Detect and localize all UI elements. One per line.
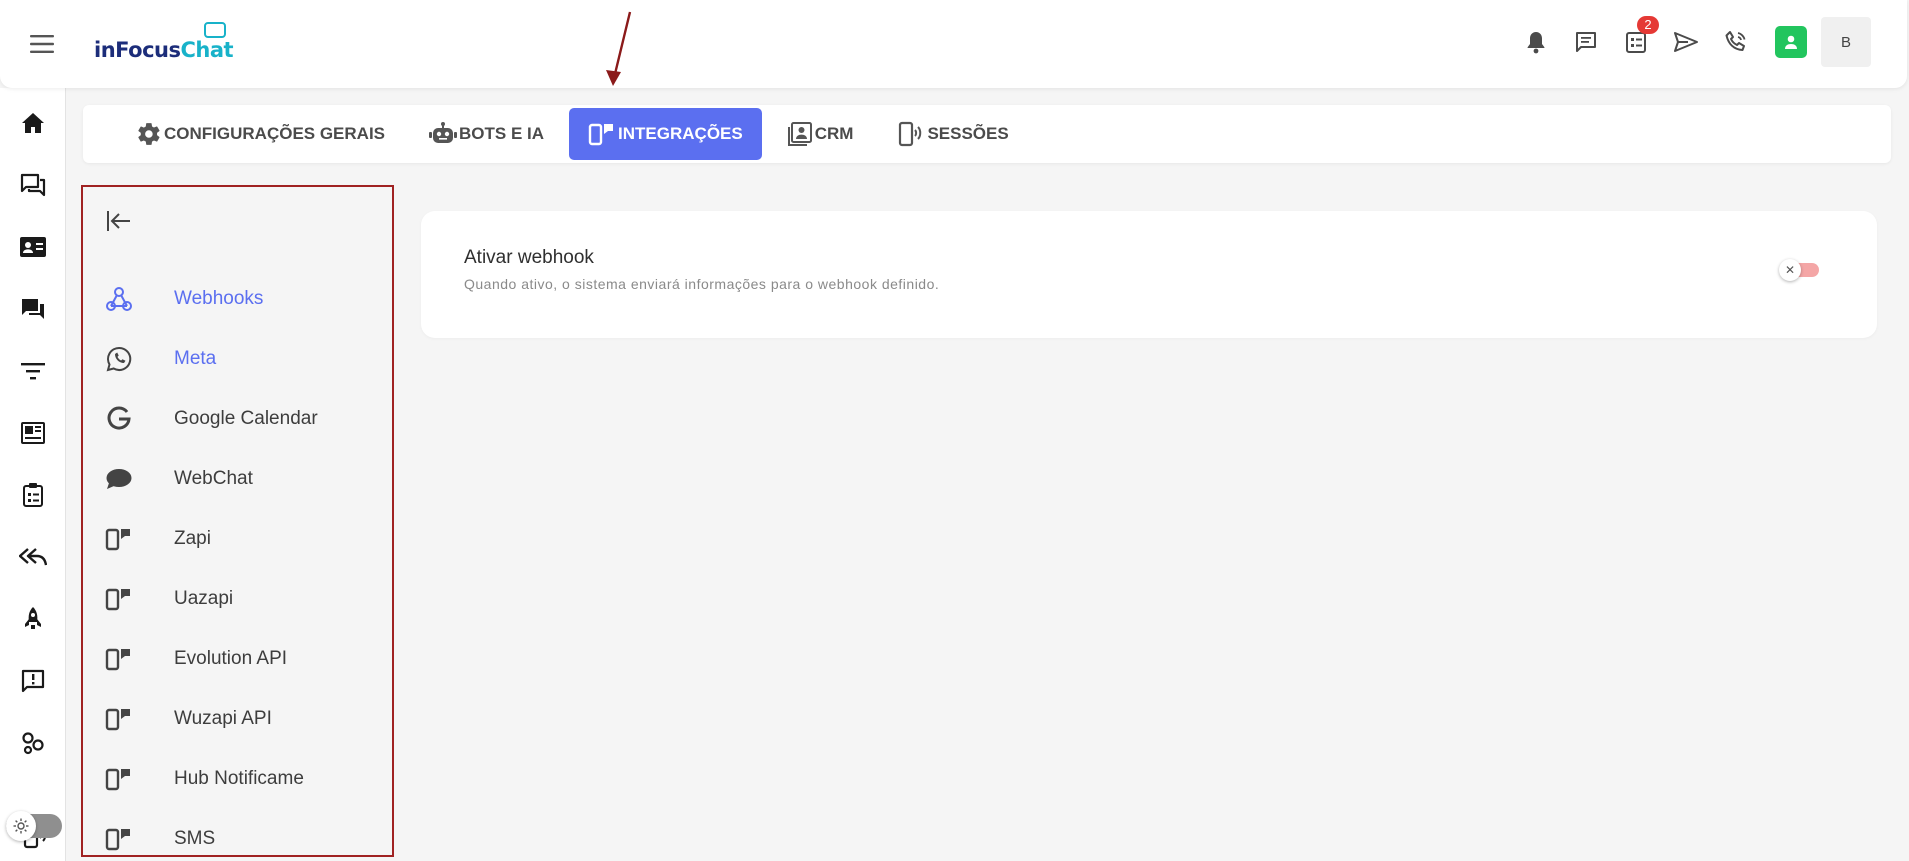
sidebar-item-label: Webhooks <box>174 288 264 309</box>
sidebar-item-hub-notificame[interactable]: Hub Notificame <box>83 753 392 805</box>
sidebar-item-label: Google Calendar <box>174 408 318 429</box>
person-icon <box>1785 35 1797 49</box>
avatar[interactable]: B <box>1821 17 1871 67</box>
review-icon[interactable] <box>0 659 66 703</box>
devices-icon <box>103 583 135 615</box>
robot-icon <box>429 122 458 143</box>
chat-bubbles-icon[interactable] <box>0 287 66 331</box>
tab-label: CONFIGURAÇÕES GERAIS <box>164 124 386 143</box>
webhook-icon <box>103 283 135 315</box>
sidebar-item-label: Uazapi <box>174 588 234 609</box>
phone-signal-icon <box>899 121 922 147</box>
integrations-sidebar: Webhooks Meta Google Calendar WebChat Za… <box>81 185 394 857</box>
sidebar-item-label: Hub Notificame <box>174 768 304 789</box>
filter-icon[interactable] <box>0 349 66 393</box>
sidebar-item-webchat[interactable]: WebChat <box>83 453 392 505</box>
forum-icon[interactable] <box>0 163 66 207</box>
settings-tabs: CONFIGURAÇÕES GERAIS BOTS E IA INTEGRAÇÕ… <box>83 105 1891 163</box>
top-actions: 2 B <box>1511 16 1871 68</box>
contact-add-button[interactable] <box>1775 26 1807 58</box>
collapse-sidebar-icon[interactable] <box>101 203 137 239</box>
tab-crm[interactable]: CRM <box>768 108 873 160</box>
sidebar-item-label: Wuzapi API <box>174 708 272 729</box>
sidebar-item-zapi[interactable]: Zapi <box>83 513 392 565</box>
devices-icon <box>103 643 135 675</box>
sidebar-item-label: SMS <box>174 828 216 849</box>
sidebar-item-label: Meta <box>174 348 217 369</box>
tab-integrations[interactable]: INTEGRAÇÕES <box>569 108 762 160</box>
annotation-arrow <box>606 11 632 86</box>
tab-label: CRM <box>814 124 854 143</box>
app-logo[interactable]: inFocus Chat <box>94 22 234 62</box>
phone-icon[interactable] <box>1711 16 1761 68</box>
logo-text-primary: inFocus <box>94 38 181 62</box>
dashboard-icon[interactable] <box>0 411 66 455</box>
logo-text-secondary: Chat <box>180 38 234 62</box>
tab-sessions[interactable]: SESSÕES <box>878 108 1027 160</box>
checklist-icon[interactable]: 2 <box>1611 16 1661 68</box>
whatsapp-icon <box>103 343 135 375</box>
sidebar-item-label: Zapi <box>174 528 211 549</box>
contacts-icon <box>787 122 812 146</box>
sidebar-item-wuzapi-api[interactable]: Wuzapi API <box>83 693 392 745</box>
hamburger-menu-icon[interactable] <box>24 26 60 62</box>
reply-all-icon[interactable] <box>0 535 66 579</box>
google-icon <box>103 403 135 435</box>
chat-icon[interactable] <box>1561 16 1611 68</box>
sidebar-item-label: WebChat <box>174 468 253 489</box>
sidebar-item-webhooks[interactable]: Webhooks <box>83 273 392 325</box>
devices-icon <box>103 703 135 735</box>
contact-card-icon[interactable] <box>0 225 66 269</box>
tab-label: SESSÕES <box>927 124 1009 143</box>
rocket-icon[interactable] <box>0 597 66 641</box>
logo-bubble-icon <box>204 22 226 38</box>
sidebar-item-label: Evolution API <box>174 648 288 669</box>
tab-label: INTEGRAÇÕES <box>618 124 743 143</box>
bell-icon[interactable] <box>1511 16 1561 68</box>
tab-bots-ai[interactable]: BOTS E IA <box>410 108 563 160</box>
sun-icon <box>6 811 36 841</box>
sidebar-item-sms[interactable]: SMS <box>83 813 392 855</box>
sidebar-item-meta[interactable]: Meta <box>83 333 392 385</box>
devices-icon <box>588 123 614 146</box>
checklist-badge: 2 <box>1637 16 1659 34</box>
devices-icon <box>103 823 135 855</box>
send-icon[interactable] <box>1661 16 1711 68</box>
close-icon: ✕ <box>1779 259 1801 281</box>
groups-icon[interactable] <box>0 721 66 765</box>
devices-icon <box>103 523 135 555</box>
devices-icon <box>103 763 135 795</box>
home-icon[interactable] <box>0 101 66 145</box>
webhook-card-title: Ativar webhook <box>464 247 594 268</box>
theme-toggle[interactable] <box>6 811 62 841</box>
left-rail <box>0 88 66 861</box>
chat-bubble-icon <box>103 463 135 495</box>
sidebar-item-uazapi[interactable]: Uazapi <box>83 573 392 625</box>
webhook-toggle[interactable]: ✕ <box>1779 259 1821 281</box>
clipboard-icon[interactable] <box>0 473 66 517</box>
webhook-card-description: Quando ativo, o sistema enviará informaç… <box>464 276 940 292</box>
top-bar: inFocus Chat 2 B <box>0 0 1907 88</box>
tab-general-settings[interactable]: CONFIGURAÇÕES GERAIS <box>117 108 404 160</box>
sidebar-item-evolution-api[interactable]: Evolution API <box>83 633 392 685</box>
sidebar-item-google-calendar[interactable]: Google Calendar <box>83 393 392 445</box>
webhook-settings-card: Ativar webhook Quando ativo, o sistema e… <box>421 211 1877 338</box>
tab-label: BOTS E IA <box>459 124 545 143</box>
gear-icon <box>138 123 160 145</box>
